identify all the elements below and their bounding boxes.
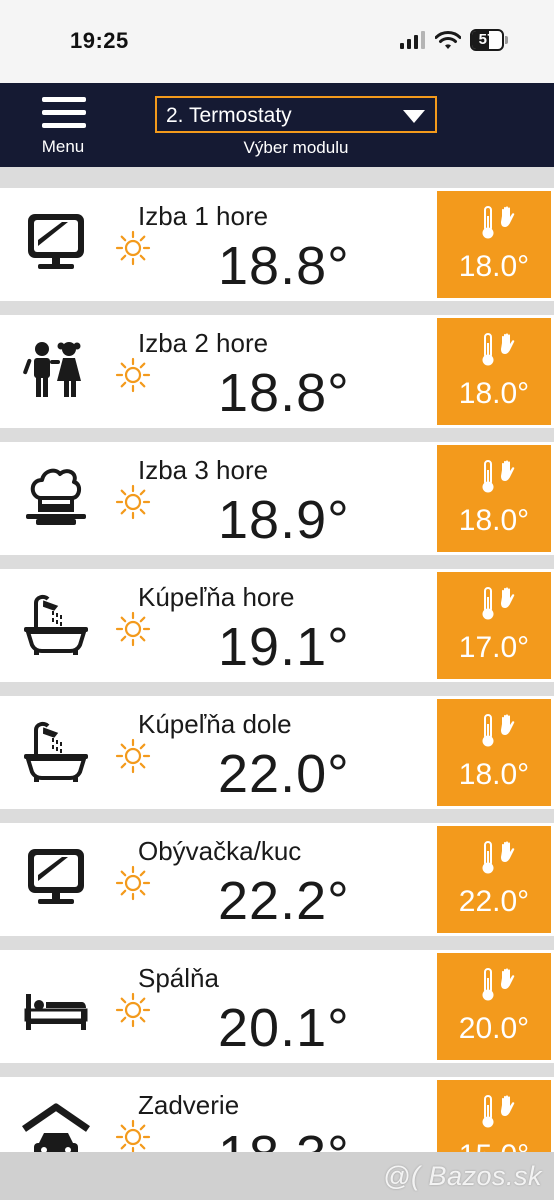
sun-icon — [115, 230, 151, 266]
thermometer-icon — [482, 460, 494, 493]
battery-level: 57 — [478, 31, 496, 48]
thermometer-icon — [482, 333, 494, 366]
thermometer-icon — [482, 968, 494, 1001]
setpoint-value: 22.0° — [458, 885, 530, 918]
menu-button[interactable]: Menu — [26, 93, 100, 159]
room-name: Izba 2 hore — [138, 328, 269, 358]
room-temperature: 22.2° — [218, 871, 350, 931]
module-dropdown-value: 2. Termostaty — [166, 104, 292, 127]
room-name: Kúpeľňa dole — [138, 709, 292, 739]
manual-mode-hand-icon — [501, 841, 515, 862]
thermometer-icon — [482, 714, 494, 747]
sun-icon — [115, 484, 151, 520]
setpoint-button[interactable]: 17.0° — [437, 572, 551, 679]
app-header: Menu 2. Termostaty Výber modulu — [0, 83, 554, 167]
setpoint-value: 18.0° — [458, 758, 530, 791]
watermark: @( Bazos.sk — [383, 1161, 542, 1191]
setpoint-value: 20.0° — [458, 1012, 530, 1045]
sun-icon — [115, 611, 151, 647]
module-dropdown[interactable]: 2. Termostaty — [155, 96, 437, 133]
kids-icon — [22, 337, 90, 405]
room-name: Izba 1 hore — [138, 201, 269, 231]
room-card[interactable]: Spálňa 20.1° 20.0° — [0, 950, 554, 1063]
bottom-bar: @( Bazos.sk — [0, 1152, 554, 1200]
tv-icon — [22, 845, 90, 913]
status-icons: 57 — [400, 29, 508, 51]
sun-icon — [115, 738, 151, 774]
setpoint-button[interactable]: 22.0° — [437, 826, 551, 933]
room-temperature: 18.9° — [218, 490, 350, 550]
room-temperature: 18.8° — [218, 236, 350, 296]
manual-mode-hand-icon — [501, 460, 515, 481]
setpoint-value: 18.0° — [458, 250, 530, 283]
manual-mode-hand-icon — [501, 968, 515, 989]
wifi-icon — [435, 30, 461, 49]
room-name: Obývačka/kuc — [138, 836, 302, 866]
hamburger-menu-icon — [42, 97, 86, 128]
room-card[interactable]: Kúpeľňa dole 22.0° 18.0° — [0, 696, 554, 809]
room-card[interactable]: Izba 2 hore 18.8° 18.0° — [0, 315, 554, 428]
bathtub-icon — [22, 591, 90, 659]
room-card[interactable]: Obývačka/kuc 22.2° 22.0° — [0, 823, 554, 936]
setpoint-value: 17.0° — [458, 631, 530, 664]
module-caption: Výber modulu — [243, 138, 349, 157]
chevron-down-icon — [403, 110, 425, 123]
setpoint-value: 18.0° — [458, 377, 530, 410]
manual-mode-hand-icon — [501, 333, 515, 354]
setpoint-button[interactable]: 18.0° — [437, 699, 551, 806]
room-card[interactable]: Izba 1 hore 18.8° 18.0° — [0, 188, 554, 301]
setpoint-button[interactable]: 18.0° — [437, 445, 551, 552]
manual-mode-hand-icon — [501, 1095, 515, 1116]
cellular-signal-icon — [400, 31, 425, 49]
manual-mode-hand-icon — [501, 587, 515, 608]
room-name: Kúpeľňa hore — [138, 582, 295, 612]
setpoint-value: 18.0° — [458, 504, 530, 537]
sun-icon — [115, 865, 151, 901]
thermometer-icon — [482, 841, 494, 874]
sun-icon — [115, 357, 151, 393]
battery-icon: 57 — [470, 29, 508, 51]
status-bar: 19:25 57 — [0, 0, 554, 83]
room-name: Izba 3 hore — [138, 455, 269, 485]
manual-mode-hand-icon — [501, 206, 515, 227]
room-temperature: 22.0° — [218, 744, 350, 804]
setpoint-button[interactable]: 20.0° — [437, 953, 551, 1060]
thermometer-icon — [482, 1095, 494, 1128]
setpoint-button[interactable]: 18.0° — [437, 191, 551, 298]
room-name: Zadverie — [138, 1090, 240, 1120]
bed-icon — [22, 972, 90, 1040]
room-card[interactable]: Izba 3 hore 18.9° 18.0° — [0, 442, 554, 555]
room-card[interactable]: Kúpeľňa hore 19.1° 17.0° — [0, 569, 554, 682]
manual-mode-hand-icon — [501, 714, 515, 735]
room-name: Spálňa — [138, 963, 219, 993]
room-temperature: 18.8° — [218, 363, 350, 423]
thermometer-icon — [482, 587, 494, 620]
tv-icon — [22, 210, 90, 278]
sun-icon — [115, 1119, 151, 1155]
menu-label: Menu — [41, 137, 85, 156]
room-temperature: 20.1° — [218, 998, 350, 1058]
thermometer-icon — [482, 206, 494, 239]
chef-hat-icon — [22, 464, 90, 532]
sun-icon — [115, 992, 151, 1028]
room-temperature: 19.1° — [218, 617, 350, 677]
setpoint-button[interactable]: 18.0° — [437, 318, 551, 425]
bathtub-icon — [22, 718, 90, 786]
status-time: 19:25 — [70, 28, 129, 53]
